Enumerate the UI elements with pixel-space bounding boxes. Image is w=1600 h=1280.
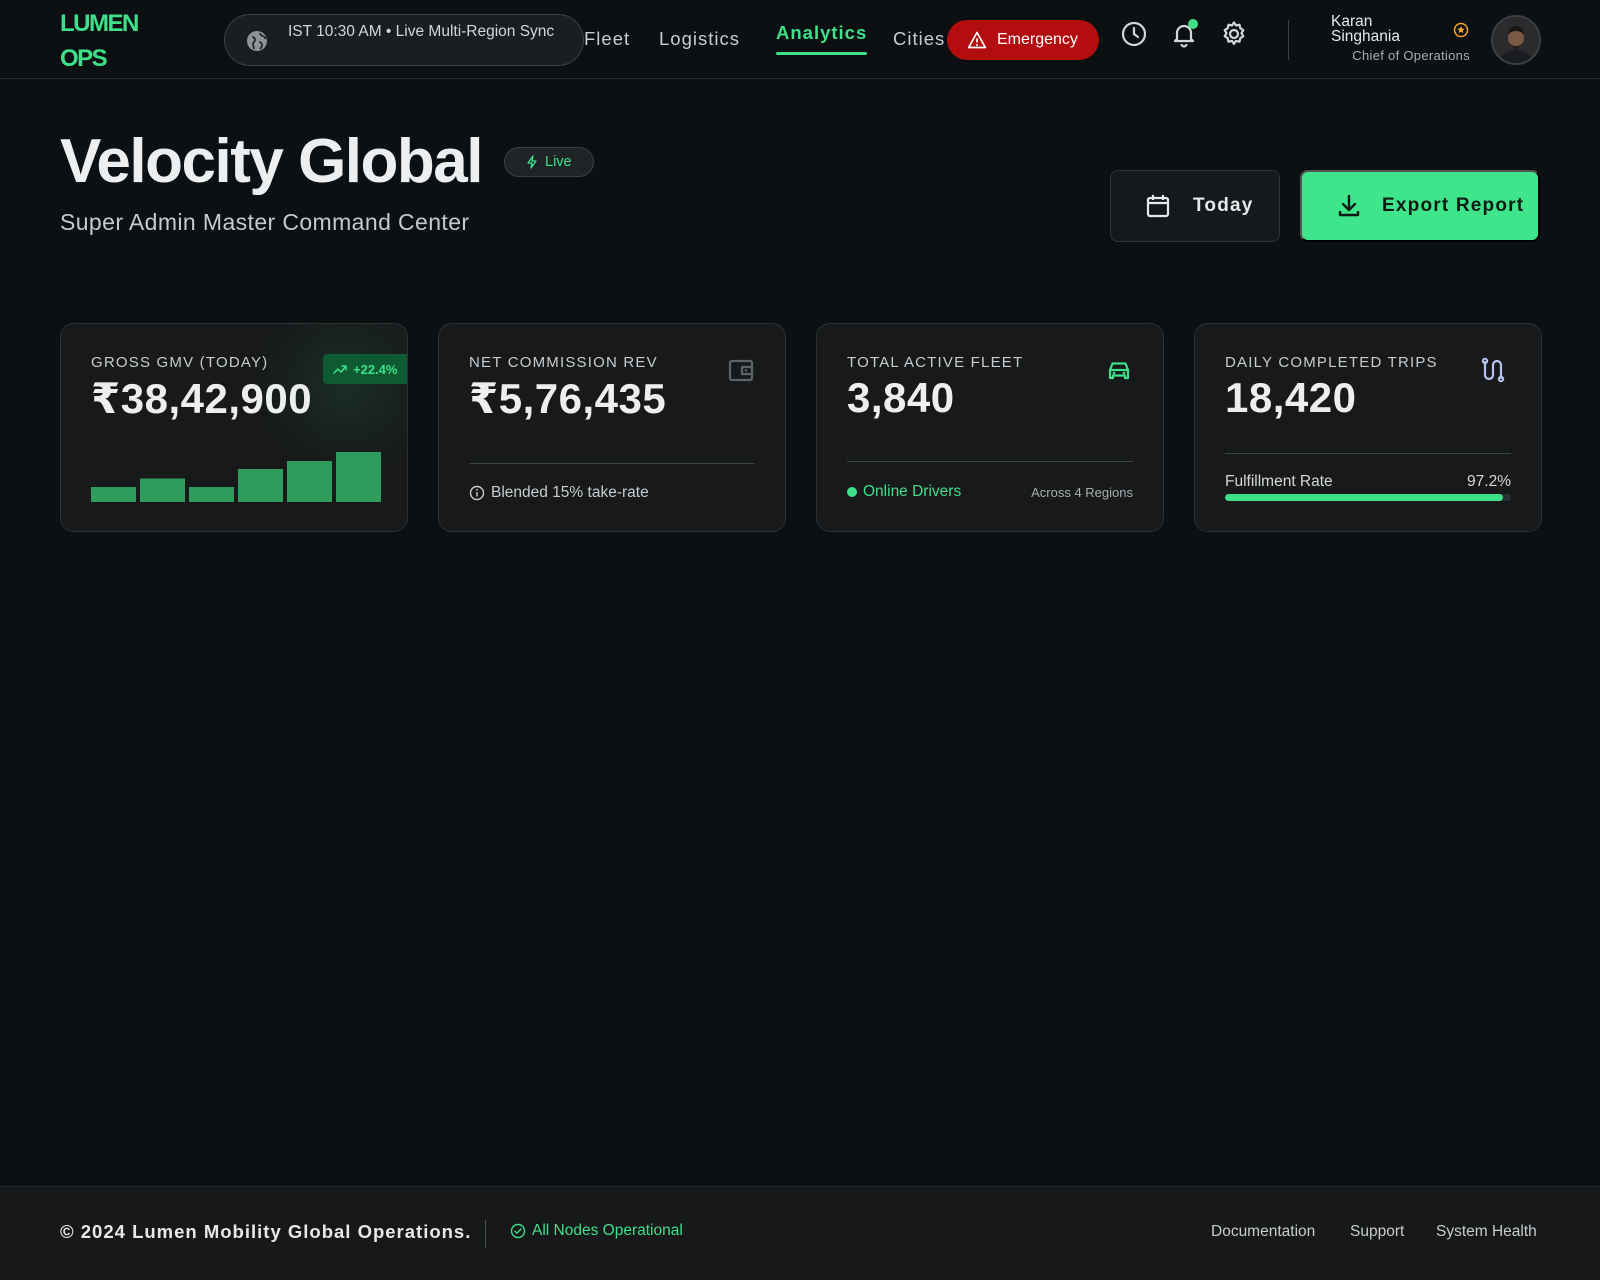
avatar[interactable] (1491, 15, 1541, 65)
nav-item-analytics[interactable]: Analytics (776, 22, 868, 55)
kpi-value: ₹38,42,900 (91, 375, 313, 422)
calendar-icon (1146, 195, 1170, 218)
live-label: Live (545, 154, 572, 170)
notification-dot (1188, 19, 1198, 29)
kpi-card-active-fleet[interactable]: TOTAL ACTIVE FLEET 3,840 Online Drivers … (816, 323, 1164, 532)
trend-badge: +22.4% (323, 354, 407, 384)
sparkline-bar (238, 469, 283, 502)
lightning-icon (527, 155, 537, 169)
sparkline-bar (287, 461, 332, 502)
user-role: Chief of Operations (1352, 48, 1470, 63)
take-rate-text: Blended 15% take-rate (491, 484, 649, 501)
regions-count: Across 4 Regions (1031, 485, 1133, 500)
kpi-card-gross-gmv[interactable]: GROSS GMV (TODAY) +22.4% ₹38,42,900 (60, 323, 408, 532)
gmv-sparkline (91, 452, 381, 502)
fulfillment-progress-bar (1225, 494, 1511, 501)
clock-icon[interactable] (1120, 20, 1148, 48)
kpi-label: NET COMMISSION REV (469, 354, 658, 371)
export-report-button[interactable]: Export Report (1300, 170, 1540, 242)
top-navigation-bar: LUMEN OPS IST 10:30 AM • Live Multi-Regi… (0, 0, 1600, 79)
user-first-name: Karan (1331, 13, 1373, 30)
region-sync-status[interactable]: IST 10:30 AM • Live Multi-Region Sync (224, 14, 584, 66)
kpi-label: GROSS GMV (TODAY) (91, 354, 269, 371)
page-subtitle: Super Admin Master Command Center (60, 209, 470, 235)
kpi-label: DAILY COMPLETED TRIPS (1225, 354, 1438, 371)
date-range-button[interactable]: Today (1110, 170, 1280, 242)
nav-item-logistics[interactable]: Logistics (659, 28, 740, 50)
system-status-text: All Nodes Operational (532, 1222, 683, 1239)
wallet-icon (728, 359, 754, 382)
avatar-portrait (1493, 17, 1539, 63)
emergency-label: Emergency (997, 31, 1078, 48)
warning-triangle-icon (967, 31, 987, 49)
card-divider (469, 463, 755, 464)
route-icon (1481, 357, 1505, 383)
footer: © 2024 Lumen Mobility Global Operations.… (0, 1186, 1600, 1280)
kpi-value: 18,420 (1225, 374, 1357, 421)
fulfillment-value: 97.2% (1467, 473, 1511, 490)
car-icon (1108, 362, 1130, 380)
globe-icon (247, 31, 267, 51)
online-drivers-status: Online Drivers (847, 483, 961, 501)
page-title: Velocity Global (60, 127, 483, 196)
check-circle-icon (510, 1223, 526, 1239)
card-divider (847, 461, 1133, 462)
date-range-label: Today (1193, 195, 1254, 216)
nav-item-fleet[interactable]: Fleet (584, 28, 630, 50)
star-badge-icon (1453, 22, 1469, 38)
live-status-badge: Live (504, 147, 594, 177)
card-divider (1225, 453, 1511, 454)
footer-divider (485, 1220, 486, 1248)
footer-link-system-health[interactable]: System Health (1436, 1223, 1537, 1241)
logo-line-2: OPS (60, 45, 108, 72)
online-status-dot (847, 487, 857, 497)
sparkline-bar (140, 478, 185, 502)
sparkline-bar (91, 487, 136, 502)
emergency-button[interactable]: Emergency (947, 20, 1099, 60)
system-status: All Nodes Operational (510, 1222, 683, 1240)
header-divider (1288, 20, 1289, 60)
nav-item-cities[interactable]: Cities (893, 28, 945, 50)
user-name[interactable]: Karan Singhania (1331, 13, 1431, 45)
download-icon (1338, 194, 1360, 217)
kpi-card-net-commission[interactable]: NET COMMISSION REV ₹5,76,435 Blended 15%… (438, 323, 786, 532)
sparkline-bar (336, 452, 381, 502)
logo-line-1: LUMEN (60, 10, 139, 37)
info-icon (469, 485, 485, 501)
sparkline-bar (189, 487, 234, 502)
kpi-card-completed-trips[interactable]: DAILY COMPLETED TRIPS 18,420 Fulfillment… (1194, 323, 1542, 532)
trend-value: +22.4% (353, 361, 398, 377)
trending-up-icon (333, 365, 347, 374)
kpi-label: TOTAL ACTIVE FLEET (847, 354, 1024, 371)
take-rate-note: Blended 15% take-rate (469, 484, 649, 502)
online-drivers-label: Online Drivers (863, 483, 962, 500)
fulfillment-label: Fulfillment Rate (1225, 473, 1333, 490)
copyright-text: © 2024 Lumen Mobility Global Operations. (60, 1221, 472, 1242)
export-report-label: Export Report (1382, 195, 1525, 216)
footer-link-documentation[interactable]: Documentation (1211, 1223, 1315, 1241)
brand-logo[interactable]: LUMEN OPS (60, 6, 139, 76)
kpi-value: 3,840 (847, 374, 955, 421)
kpi-value: ₹5,76,435 (469, 375, 667, 422)
sync-text: IST 10:30 AM • Live Multi-Region Sync (288, 23, 555, 40)
gear-icon[interactable] (1220, 20, 1248, 48)
user-last-name: Singhania (1331, 28, 1400, 45)
footer-link-support[interactable]: Support (1350, 1223, 1404, 1241)
fulfillment-progress-fill (1225, 494, 1503, 501)
